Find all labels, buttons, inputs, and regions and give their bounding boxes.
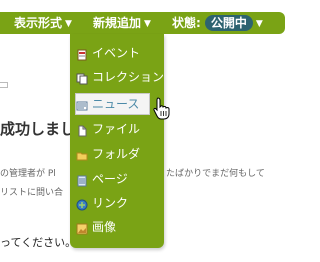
menu-item-label: ニュース — [92, 97, 140, 111]
chevron-down-icon: ▼ — [255, 19, 263, 29]
collection-icon — [76, 71, 88, 84]
status-menu[interactable]: 状態: 公開中 ▼ — [172, 12, 263, 34]
body-text-left: の管理者が Pl — [0, 169, 56, 179]
menu-item-folder[interactable]: フォルダ — [76, 144, 160, 164]
menu-item-event[interactable]: イベント — [76, 43, 160, 63]
menu-item-label: ページ — [92, 172, 128, 186]
event-icon — [76, 47, 88, 60]
display-format-menu[interactable]: 表示形式 ▼ — [14, 12, 72, 34]
news-icon — [76, 98, 88, 110]
menu-item-label: 画像 — [92, 220, 117, 234]
hand-cursor-icon — [153, 97, 170, 120]
image-icon — [76, 221, 88, 234]
menu-item-news[interactable]: ニュース — [75, 93, 150, 115]
status-label: 状態: — [172, 16, 201, 30]
menu-item-collection[interactable]: コレクション — [76, 67, 164, 87]
partial-box — [0, 82, 8, 88]
bottom-text: ってください。 — [0, 236, 77, 249]
menu-item-link[interactable]: リンク — [76, 193, 160, 213]
menu-item-label: フォルダ — [92, 147, 141, 161]
menu-item-label: コレクション — [92, 70, 165, 84]
menu-item-label: ファイル — [92, 122, 141, 136]
page-icon — [76, 173, 88, 186]
body-text-right: たばかりでまだ何もして — [166, 169, 265, 179]
menu-item-page[interactable]: ページ — [76, 169, 160, 189]
chevron-down-icon: ▼ — [144, 19, 151, 29]
status-badge: 公開中 — [204, 15, 253, 31]
file-icon — [76, 123, 88, 136]
menu-item-label: イベント — [92, 46, 141, 60]
menu-item-image[interactable]: 画像 — [76, 217, 160, 237]
folder-icon — [76, 148, 88, 160]
page-heading: 成功しまし — [0, 120, 76, 138]
display-format-label: 表示形式 — [14, 16, 63, 30]
menu-item-file[interactable]: ファイル — [76, 119, 160, 139]
chevron-down-icon: ▼ — [65, 19, 72, 29]
new-add-dropdown: イベント コレクション ニュース ファイル フォルダ ページ リンク 画像 — [70, 34, 164, 248]
new-add-menu[interactable]: 新規追加 ▼ — [93, 12, 151, 34]
link-icon — [76, 197, 88, 210]
body-text-line2: リストに問い合 — [0, 188, 64, 198]
new-add-label: 新規追加 — [93, 16, 142, 30]
menu-item-label: リンク — [92, 196, 129, 210]
